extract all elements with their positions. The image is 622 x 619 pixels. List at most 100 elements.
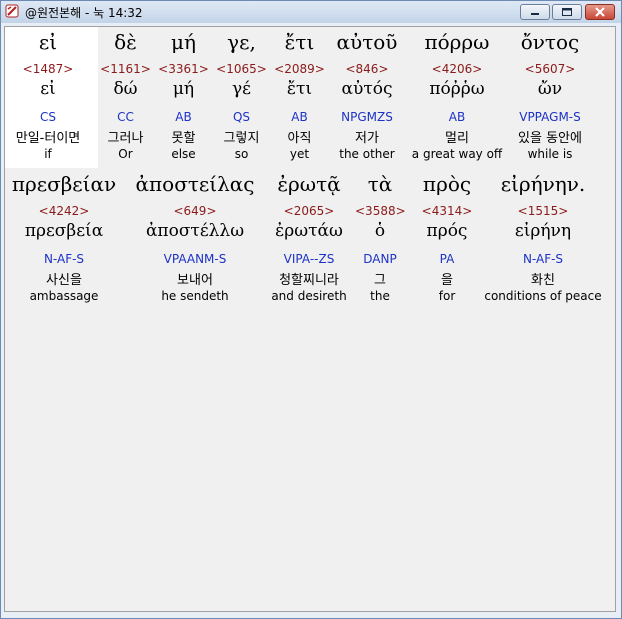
korean-gloss: 사신을	[46, 273, 82, 288]
korean-gloss: 못할	[171, 131, 196, 146]
english-gloss: yet	[289, 147, 310, 161]
strong-number[interactable]: <1487>	[5, 62, 91, 76]
strong-number[interactable]: <846>	[331, 62, 403, 76]
english-gloss: if	[44, 147, 52, 161]
parsing-code: N-AF-S	[43, 252, 85, 266]
word-column[interactable]: αὐτοῦ <846> αὐτός NPGMZS 저가 the other	[331, 27, 403, 168]
word-column[interactable]: δὲ <1161> δώ CC 그러나 Or	[97, 27, 154, 168]
english-gloss: Or	[118, 147, 133, 161]
greek-word: τὰ	[367, 172, 393, 196]
maximize-icon	[562, 8, 572, 16]
korean-gloss: 그렇지	[223, 131, 260, 146]
korean-gloss: 멀리	[445, 131, 469, 146]
korean-gloss: 화친	[531, 273, 555, 288]
korean-gloss: 있을 동안에	[518, 131, 582, 146]
strong-number[interactable]: <1065>	[213, 62, 270, 76]
korean-gloss: 그러나	[107, 131, 144, 146]
strong-number[interactable]: <2065>	[267, 204, 351, 218]
lemma: εἰ	[40, 79, 56, 99]
word-column[interactable]: εἰ <1487> εἰ CS 만일-터이면 if	[5, 27, 91, 168]
greek-word: πρὸς	[422, 172, 472, 196]
lemma: ὁ	[374, 221, 386, 241]
english-gloss: he sendeth	[161, 289, 229, 303]
app-window: @원전본해 - 눅 14:32 εἰ <1487> εἰ CS 만일-터이면 i…	[0, 0, 622, 619]
close-icon	[595, 7, 605, 17]
lemma: ἐρωτάω	[275, 221, 343, 241]
lemma: ἀποστέλλω	[145, 221, 245, 241]
parsing-code: VPPAGM-S	[519, 110, 581, 124]
word-column[interactable]: τὰ <3588> ὁ DANP 그 the	[355, 169, 406, 310]
strong-number[interactable]: <3361>	[155, 62, 212, 76]
korean-gloss: 청할찌니라	[279, 273, 339, 288]
word-column[interactable]: πρεσβείαν <4242> πρεσβεία N-AF-S 사신을 amb…	[9, 169, 119, 310]
greek-word: μή	[171, 30, 196, 54]
word-column[interactable]: μή <3361> μή AB 못할 else	[155, 27, 212, 168]
close-button[interactable]	[585, 4, 615, 20]
greek-word: δὲ	[114, 30, 137, 54]
parsing-code: PA	[439, 252, 455, 266]
korean-gloss: 저가	[355, 131, 379, 146]
lemma: πρός	[426, 221, 468, 241]
word-column[interactable]: ἐρωτᾷ <2065> ἐρωτάω VIPA--ZS 청할찌니라 and d…	[267, 169, 351, 310]
greek-word: ἐρωτᾷ	[277, 172, 341, 196]
word-column[interactable]: πόρρω <4206> πόῤῥω AB 멀리 a great way off	[411, 27, 503, 168]
interlinear-panel[interactable]: εἰ <1487> εἰ CS 만일-터이면 if δὲ <1161> δώ C…	[4, 26, 616, 612]
english-gloss: else	[171, 147, 196, 161]
greek-word: ἀποστείλας	[135, 172, 255, 196]
strong-number[interactable]: <5607>	[507, 62, 593, 76]
english-gloss: and desireth	[271, 289, 347, 303]
parsing-code: CC	[117, 110, 134, 124]
lemma: εἰρήνη	[514, 221, 572, 241]
strong-number[interactable]: <4206>	[411, 62, 503, 76]
word-column[interactable]: ὄντος <5607> ὤν VPPAGM-S 있을 동안에 while is	[507, 27, 593, 168]
word-column[interactable]: γε, <1065> γέ QS 그렇지 so	[213, 27, 270, 168]
maximize-button[interactable]	[552, 4, 582, 20]
word-column[interactable]: πρὸς <4314> πρός PA 을 for	[415, 169, 479, 310]
parsing-code: DANP	[363, 252, 397, 266]
lemma: πόῤῥω	[429, 79, 485, 99]
title-bar[interactable]: @원전본해 - 눅 14:32	[1, 1, 621, 23]
strong-number[interactable]: <4242>	[9, 204, 119, 218]
lemma: δώ	[113, 79, 138, 99]
parsing-code: AB	[175, 110, 192, 124]
parsing-code: VPAANM-S	[163, 252, 227, 266]
korean-gloss: 아직	[287, 131, 312, 146]
greek-word: γε,	[227, 30, 256, 54]
parsing-code: VIPA--ZS	[283, 252, 335, 266]
window-title: @원전본해 - 눅 14:32	[25, 6, 143, 20]
lemma: γέ	[232, 79, 251, 99]
strong-number[interactable]: <649>	[129, 204, 261, 218]
parsing-code: AB	[448, 110, 466, 124]
strong-number[interactable]: <3588>	[355, 204, 406, 218]
english-gloss: so	[234, 147, 249, 161]
strong-number[interactable]: <1515>	[483, 204, 603, 218]
strong-number[interactable]: <2089>	[271, 62, 328, 76]
greek-word: ἔτι	[284, 30, 315, 54]
greek-word: ὄντος	[520, 30, 580, 54]
english-gloss: the	[370, 289, 390, 303]
korean-gloss: 만일-터이면	[15, 131, 81, 146]
app-icon	[5, 4, 19, 18]
word-column[interactable]: ἀποστείλας <649> ἀποστέλλω VPAANM-S 보내어 …	[129, 169, 261, 310]
korean-gloss: 보내어	[177, 273, 213, 288]
greek-word: πρεσβείαν	[11, 172, 117, 196]
strong-number[interactable]: <1161>	[97, 62, 154, 76]
minimize-icon	[531, 13, 539, 15]
lemma: ὤν	[537, 79, 563, 99]
lemma: πρεσβεία	[24, 221, 104, 241]
parsing-code: QS	[232, 110, 251, 124]
greek-word: αὐτοῦ	[336, 30, 398, 54]
korean-gloss: 그	[374, 273, 386, 288]
lemma: ἔτι	[286, 79, 313, 99]
word-column[interactable]: ἔτι <2089> ἔτι AB 아직 yet	[271, 27, 328, 168]
parsing-code: N-AF-S	[522, 252, 564, 266]
greek-word: εἰρήνην.	[500, 172, 586, 196]
word-column[interactable]: εἰρήνην. <1515> εἰρήνη N-AF-S 화친 conditi…	[483, 169, 603, 310]
lemma: μή	[172, 79, 195, 99]
greek-word: εἰ	[38, 30, 58, 54]
strong-number[interactable]: <4314>	[415, 204, 479, 218]
minimize-button[interactable]	[520, 4, 550, 20]
korean-gloss: 을	[441, 273, 453, 288]
greek-word: πόρρω	[424, 30, 490, 54]
english-gloss: conditions of peace	[484, 289, 602, 303]
